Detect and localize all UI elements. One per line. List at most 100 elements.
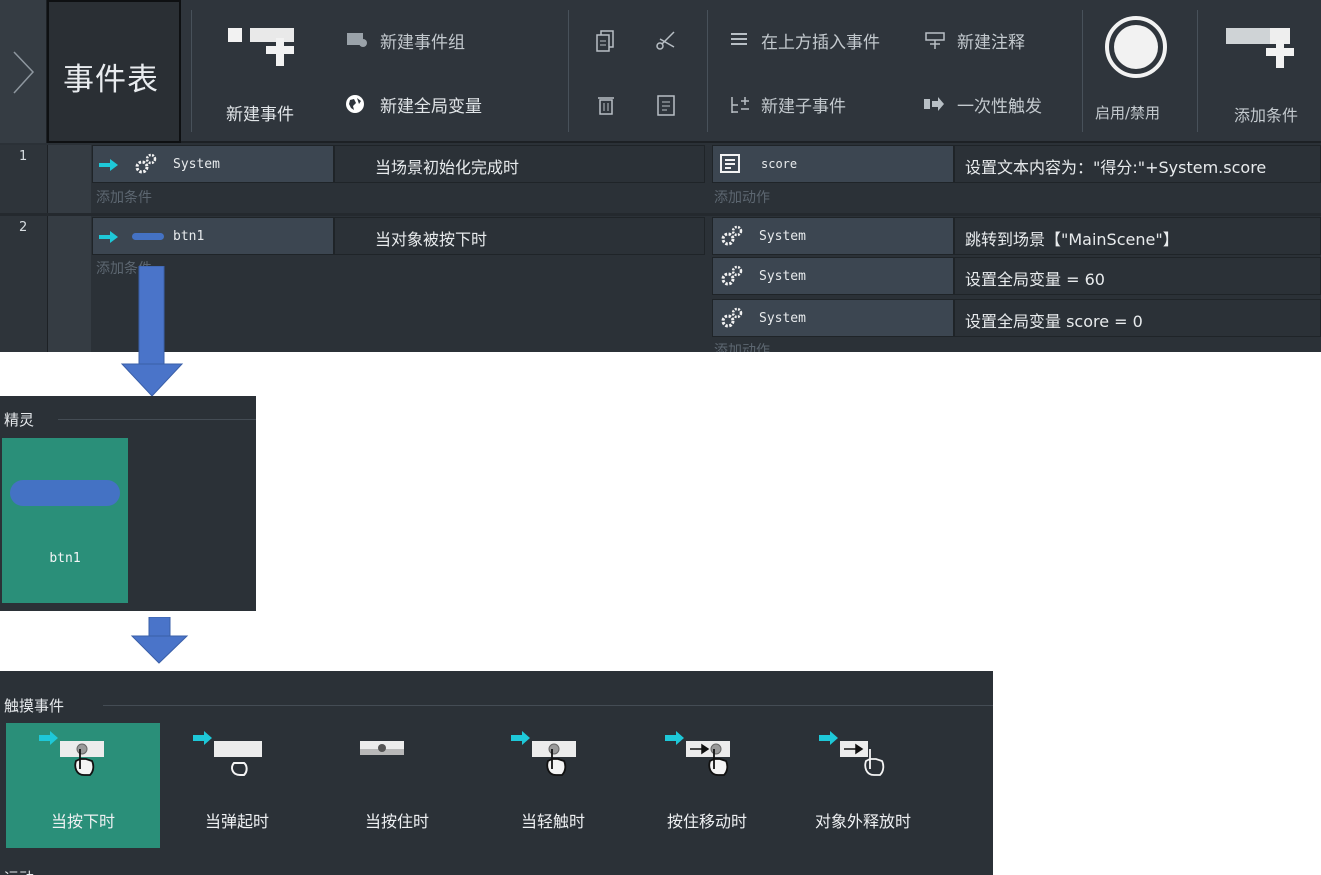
condition-object-cell[interactable]: System — [92, 145, 334, 183]
add-condition-toolbar-button[interactable]: 添加条件 — [1200, 0, 1321, 143]
action-object-name: System — [759, 269, 806, 284]
sub-event-icon — [731, 97, 749, 113]
toolbar: 事件表 新建事件 新建事件组 新建全局变量 在上方插入事件 新建子事件 新建注释… — [0, 0, 1321, 143]
copy-icon[interactable] — [595, 29, 617, 53]
gear-icon — [721, 307, 743, 328]
new-event-icon — [228, 28, 294, 66]
trigger-label: 对象外释放时 — [814, 812, 911, 831]
action-object-cell[interactable]: System — [712, 217, 954, 255]
section-divider — [103, 705, 993, 706]
sprite-card-btn1[interactable]: btn1 — [2, 438, 128, 603]
scissors-icon[interactable] — [655, 29, 677, 53]
action-object-name: System — [759, 229, 806, 244]
event-divider — [0, 213, 1321, 216]
new-event-group-label: 新建事件组 — [380, 33, 465, 53]
condition-text[interactable]: 当对象被按下时 — [334, 217, 705, 255]
divider — [191, 10, 192, 132]
gear-icon — [135, 153, 157, 174]
trash-icon[interactable] — [595, 93, 617, 117]
new-sub-event-button[interactable]: 新建子事件 — [725, 86, 905, 122]
expand-toggle[interactable] — [0, 0, 47, 143]
trigger-arrow-icon — [99, 231, 118, 243]
page-title: 事件表 — [63, 62, 159, 98]
new-comment-label: 新建注释 — [957, 33, 1025, 53]
folder-icon — [347, 33, 367, 47]
chevron-right-icon — [13, 51, 35, 94]
flow-arrow-down — [120, 266, 184, 397]
action-text[interactable]: 设置全局变量 score = 0 — [954, 299, 1321, 337]
trigger-label: 当弹起时 — [204, 812, 269, 831]
touch-press-icon — [39, 731, 104, 776]
sprite-section-title: 精灵 — [4, 411, 35, 429]
touch-section-title: 触摸事件 — [4, 697, 65, 715]
new-global-var-button[interactable]: 新建全局变量 — [340, 86, 540, 122]
gear-icon — [721, 265, 743, 286]
trigger-on-release[interactable]: 当弹起时 — [160, 723, 314, 848]
action-text[interactable]: 设置文本内容为："得分:"+System.score — [954, 145, 1321, 183]
action-object-name: score — [761, 157, 798, 171]
trigger-once-button[interactable]: 一次性触发 — [920, 86, 1080, 122]
action-object-cell[interactable]: score — [712, 145, 954, 183]
insert-above-label: 在上方插入事件 — [761, 33, 880, 53]
enable-disable-button[interactable]: 启用/禁用 — [1085, 0, 1193, 143]
motion-section-title: 运动 — [4, 867, 34, 875]
new-event-button[interactable]: 新建事件 — [200, 0, 320, 143]
trigger-label: 当按住时 — [364, 812, 429, 831]
add-condition-icon — [1226, 28, 1294, 68]
trigger-label: 当轻触时 — [520, 812, 585, 831]
section-divider — [58, 419, 256, 420]
trigger-on-hold[interactable]: 当按住时 — [320, 723, 474, 848]
condition-object-cell[interactable]: btn1 — [92, 217, 334, 255]
action-object-cell[interactable]: System — [712, 257, 954, 295]
sprite-panel: 精灵 btn1 — [0, 396, 256, 611]
condition-text[interactable]: 当场景初始化完成时 — [334, 145, 705, 183]
divider — [568, 10, 569, 132]
trigger-once-label: 一次性触发 — [957, 97, 1042, 117]
add-action-link[interactable]: 添加动作 — [714, 187, 770, 207]
action-object-name: System — [759, 311, 806, 326]
new-global-var-label: 新建全局变量 — [380, 97, 482, 117]
event-gutter[interactable] — [47, 145, 91, 213]
event-gutter[interactable] — [47, 216, 91, 352]
new-event-label: 新建事件 — [226, 105, 294, 125]
new-sub-event-label: 新建子事件 — [761, 97, 846, 117]
insert-above-button[interactable]: 在上方插入事件 — [725, 22, 905, 56]
divider — [707, 10, 708, 132]
trigger-hold-move[interactable]: 按住移动时 — [630, 723, 784, 848]
record-icon — [1105, 16, 1167, 78]
condition-object-name: System — [173, 157, 220, 172]
action-text[interactable]: 设置全局变量 = 60 — [954, 257, 1321, 295]
new-event-group-button[interactable]: 新建事件组 — [340, 22, 540, 56]
page-title-box: 事件表 — [47, 0, 181, 143]
touch-hold-icon — [360, 741, 404, 755]
flow-arrow-down — [130, 617, 189, 664]
paste-icon[interactable] — [655, 93, 677, 117]
touch-release-icon — [193, 731, 262, 776]
touch-drag-icon — [665, 731, 730, 776]
action-object-cell[interactable]: System — [712, 299, 954, 337]
add-action-link[interactable]: 添加动作 — [714, 340, 770, 352]
button-sprite-icon — [132, 233, 164, 240]
divider — [1197, 10, 1198, 132]
add-condition-link[interactable]: 添加条件 — [96, 187, 152, 207]
trigger-arrow-icon — [99, 159, 118, 171]
enable-disable-label: 启用/禁用 — [1095, 104, 1161, 122]
trigger-label: 当按下时 — [50, 812, 115, 831]
trigger-once-icon — [924, 97, 944, 111]
list-icon — [731, 33, 747, 45]
text-object-icon — [720, 154, 740, 173]
action-text[interactable]: 跳转到场景【"MainScene"】 — [954, 217, 1321, 255]
event-number: 1 — [0, 145, 47, 213]
trigger-release-outside[interactable]: 对象外释放时 — [786, 723, 940, 848]
event-sheet-panel: 事件表 新建事件 新建事件组 新建全局变量 在上方插入事件 新建子事件 新建注释… — [0, 0, 1321, 352]
new-comment-button[interactable]: 新建注释 — [920, 22, 1070, 56]
trigger-label: 按住移动时 — [666, 812, 747, 831]
touch-release-outside-icon — [819, 731, 885, 776]
touch-events-panel: 触摸事件 当按下时 当弹起时 当按住时 当轻触时 按住移动时 对象外释放时 — [0, 671, 993, 875]
sprite-name: btn1 — [49, 551, 81, 566]
button-sprite-icon — [10, 480, 120, 506]
trigger-on-press[interactable]: 当按下时 — [6, 723, 160, 848]
trigger-on-tap[interactable]: 当轻触时 — [476, 723, 630, 848]
divider — [1082, 10, 1083, 132]
condition-object-name: btn1 — [173, 229, 205, 244]
